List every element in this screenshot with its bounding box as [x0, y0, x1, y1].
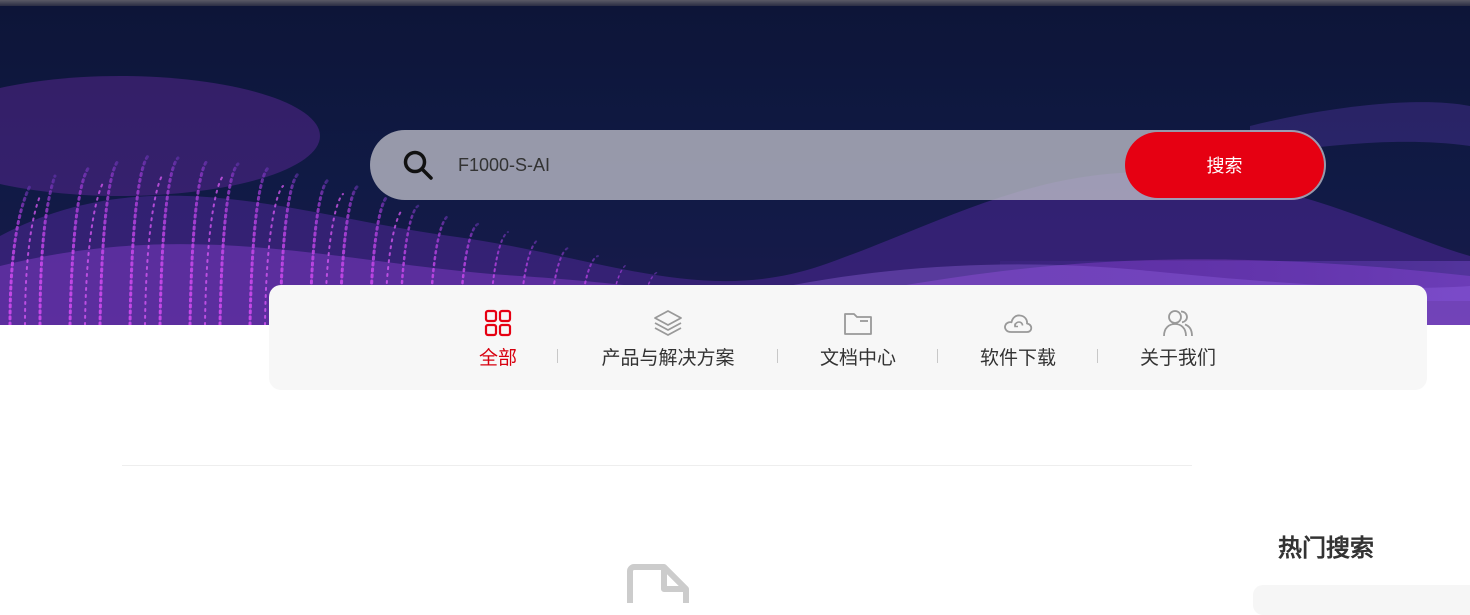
content-divider — [122, 465, 1192, 466]
tab-label: 文档中心 — [819, 348, 896, 369]
tab-separator — [937, 349, 938, 363]
tab-all[interactable]: 全部 — [458, 285, 538, 390]
tab-label: 全部 — [478, 348, 517, 369]
search-bar: 搜索 — [370, 130, 1326, 200]
search-icon[interactable] — [402, 149, 434, 181]
cloud-download-icon — [1004, 314, 1033, 333]
tab-separator — [1097, 349, 1098, 363]
tab-products-solutions[interactable]: 产品与解决方案 — [588, 285, 748, 390]
tab-label: 产品与解决方案 — [601, 348, 735, 369]
tab-label: 软件下载 — [979, 348, 1056, 369]
tab-about-us[interactable]: 关于我们 — [1128, 285, 1228, 390]
search-button[interactable]: 搜索 — [1125, 132, 1324, 198]
empty-document-icon — [627, 564, 689, 603]
hot-search-title: 热门搜索 — [1278, 535, 1374, 562]
tab-documentation[interactable]: 文档中心 — [808, 285, 908, 390]
tab-software-download[interactable]: 软件下载 — [968, 285, 1068, 390]
category-tabs: 全部 产品与解决方案 文档中心 软件下载 关于我们 — [269, 285, 1427, 390]
tab-separator — [557, 349, 558, 363]
tab-separator — [777, 349, 778, 363]
search-input[interactable] — [458, 147, 1098, 183]
layers-icon — [654, 310, 682, 336]
grid-icon — [484, 309, 512, 337]
users-icon — [1163, 310, 1193, 337]
tab-label: 关于我们 — [1139, 348, 1216, 369]
folder-icon — [844, 313, 872, 335]
hot-search-list — [1253, 585, 1470, 615]
